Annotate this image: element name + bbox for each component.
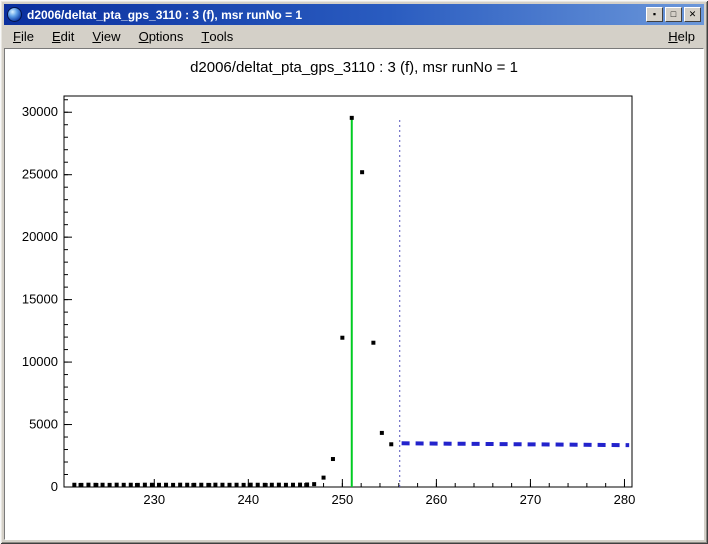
histogram-data-point xyxy=(242,483,246,487)
histogram-data-point xyxy=(284,483,288,487)
histogram-data-point xyxy=(157,483,161,487)
y-tick-label: 20000 xyxy=(22,229,58,244)
histogram-data-point xyxy=(108,483,112,487)
histogram-data-point xyxy=(340,336,344,340)
histogram-data-point xyxy=(263,483,267,487)
canvas-area: d2006/deltat_pta_gps_3110 : 3 (f), msr r… xyxy=(4,48,704,540)
histogram-data-point xyxy=(305,483,309,487)
histogram-data-point xyxy=(389,442,393,446)
histogram-data-point xyxy=(270,483,274,487)
histogram-data-point xyxy=(101,483,105,487)
histogram-data-point xyxy=(312,482,316,486)
menu-options[interactable]: Options xyxy=(130,27,193,46)
histogram-data-point xyxy=(371,341,375,345)
minimize-button[interactable]: ▪ xyxy=(646,7,663,22)
plot-frame xyxy=(64,96,632,487)
histogram-data-point xyxy=(192,483,196,487)
x-tick-label: 250 xyxy=(332,492,354,507)
histogram-data-point xyxy=(185,483,189,487)
y-tick-label: 0 xyxy=(51,479,58,494)
histogram-data-point xyxy=(291,483,295,487)
histogram-data-point xyxy=(86,483,90,487)
histogram-data-point xyxy=(298,483,302,487)
y-tick-label: 15000 xyxy=(22,292,58,307)
maximize-button[interactable]: □ xyxy=(665,7,682,22)
histogram-data-point xyxy=(72,483,76,487)
histogram-data-point xyxy=(122,483,126,487)
window-title: d2006/deltat_pta_gps_3110 : 3 (f), msr r… xyxy=(27,8,644,22)
histogram-data-point xyxy=(249,483,253,487)
histogram-data-point xyxy=(115,483,119,487)
histogram-data-point xyxy=(94,483,98,487)
histogram-data-point xyxy=(360,170,364,174)
y-tick-label: 10000 xyxy=(22,354,58,369)
histogram-data-point xyxy=(164,483,168,487)
x-tick-label: 240 xyxy=(237,492,259,507)
histogram-data-point xyxy=(380,431,384,435)
histogram-data-point xyxy=(136,483,140,487)
minimize-icon: ▪ xyxy=(653,10,656,19)
histogram-data-point xyxy=(322,476,326,480)
histogram-data-point xyxy=(143,483,147,487)
x-tick-label: 280 xyxy=(614,492,636,507)
menubar: File Edit View Options Tools Help xyxy=(4,27,704,46)
histogram-data-point xyxy=(150,483,154,487)
histogram-data-point xyxy=(79,483,83,487)
histogram-data-point xyxy=(277,483,281,487)
y-tick-label: 30000 xyxy=(22,104,58,119)
histogram-data-point xyxy=(350,116,354,120)
menu-tools[interactable]: Tools xyxy=(192,27,242,46)
histogram-data-point xyxy=(220,483,224,487)
maximize-icon: □ xyxy=(671,10,676,19)
x-tick-label: 270 xyxy=(520,492,542,507)
y-tick-label: 25000 xyxy=(22,167,58,182)
x-tick-label: 260 xyxy=(426,492,448,507)
titlebar[interactable]: d2006/deltat_pta_gps_3110 : 3 (f), msr r… xyxy=(4,4,704,25)
histogram-data-point xyxy=(256,483,260,487)
chart-svg[interactable]: 230 240 250 260 270 280 0 5000 10000 15000 20000 25… xyxy=(5,49,703,539)
close-icon: ✕ xyxy=(689,10,697,19)
app-icon[interactable] xyxy=(7,7,22,22)
menu-view[interactable]: View xyxy=(83,27,129,46)
histogram-data-point xyxy=(235,483,239,487)
histogram-data-point xyxy=(206,483,210,487)
histogram-data-point xyxy=(178,483,182,487)
window: d2006/deltat_pta_gps_3110 : 3 (f), msr r… xyxy=(0,0,708,544)
menu-help[interactable]: Help xyxy=(659,27,704,46)
x-tick-label: 230 xyxy=(143,492,165,507)
histogram-data-point xyxy=(171,483,175,487)
histogram-data-point xyxy=(331,457,335,461)
histogram-data-point xyxy=(199,483,203,487)
histogram-data-point xyxy=(129,483,133,487)
close-button[interactable]: ✕ xyxy=(684,7,701,22)
histogram-data-point xyxy=(228,483,232,487)
menu-file[interactable]: File xyxy=(4,27,43,46)
menu-edit[interactable]: Edit xyxy=(43,27,83,46)
histogram-data-point xyxy=(213,483,217,487)
theory-line xyxy=(402,443,630,445)
y-tick-label: 5000 xyxy=(29,417,58,432)
